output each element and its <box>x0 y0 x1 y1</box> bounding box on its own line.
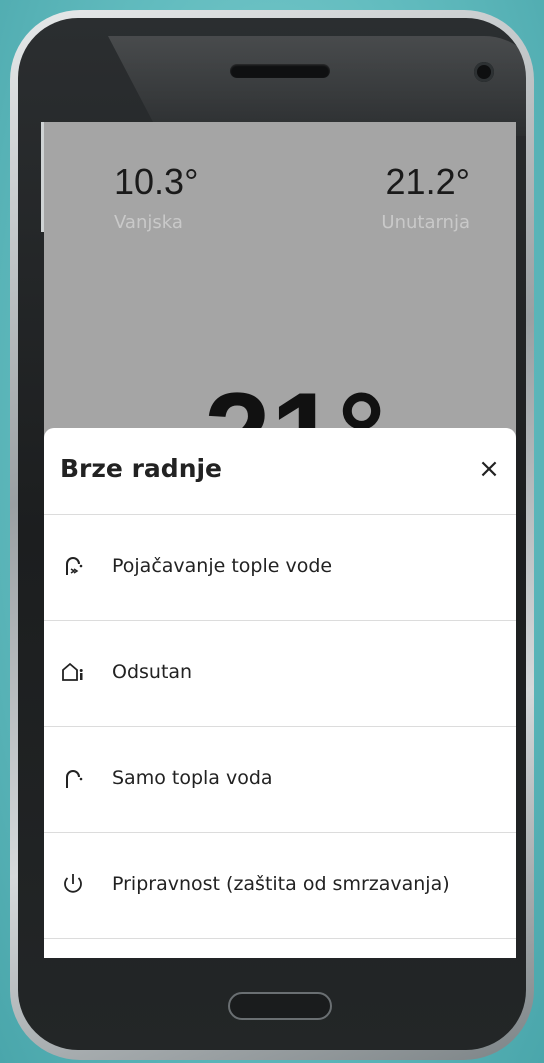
away-house-icon <box>62 662 83 681</box>
sheet-title: Brze radnje <box>60 454 223 483</box>
outdoor-temp-value: 10.3° <box>114 161 199 202</box>
action-label: Pripravnost (zaštita od smrzavanja) <box>112 873 450 895</box>
indoor-temp-label: Unutarnja <box>381 212 470 233</box>
quick-actions-sheet: Brze radnje × Pojačavanje tople vode Ods… <box>44 428 516 958</box>
action-hot-water-boost[interactable]: Pojačavanje tople vode <box>44 515 516 621</box>
action-label: Odsutan <box>112 661 193 683</box>
hot-water-only-icon <box>66 770 83 788</box>
outdoor-temp-label: Vanjska <box>114 212 183 233</box>
home-button[interactable] <box>228 992 332 1020</box>
app-screen: 10.3° Vanjska 21.2° Unutarnja 21° Brze r… <box>44 122 516 958</box>
outdoor-temperature: 10.3° Vanjska <box>114 161 244 234</box>
speaker-grille <box>230 64 330 78</box>
power-standby-icon <box>64 874 82 893</box>
hot-water-boost-icon <box>66 557 83 575</box>
action-label: Pojačavanje tople vode <box>112 555 333 577</box>
glass-glare <box>108 36 526 136</box>
action-label: Samo topla voda <box>112 767 273 789</box>
action-hot-water-only[interactable]: Samo topla voda <box>44 727 516 833</box>
front-camera <box>474 62 494 82</box>
action-away[interactable]: Odsutan <box>44 621 516 727</box>
close-button[interactable]: × <box>474 454 504 484</box>
action-standby[interactable]: Pripravnost (zaštita od smrzavanja) <box>44 833 516 939</box>
sheet-header: Brze radnje × <box>44 428 516 515</box>
indoor-temperature: 21.2° Unutarnja <box>340 161 470 234</box>
indoor-temp-value: 21.2° <box>385 161 470 202</box>
